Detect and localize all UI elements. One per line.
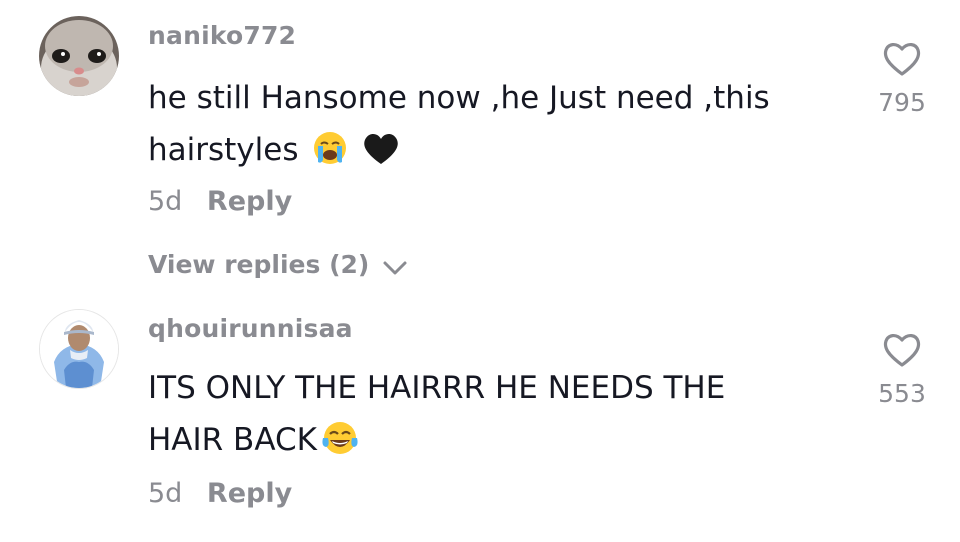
reply-button[interactable]: Reply — [207, 478, 292, 509]
comment-username[interactable]: qhouirunnisaa — [148, 314, 353, 343]
crying-face-emoji — [312, 130, 348, 182]
comment-text: ITS ONLY THE HAIRRR HE NEEDS THE HAIR BA… — [148, 362, 838, 472]
comment-text: he still Hansome now ,he Just need ,this… — [148, 72, 838, 182]
like-control[interactable]: 553 — [862, 331, 942, 408]
heart-icon[interactable] — [881, 40, 923, 78]
reply-button[interactable]: Reply — [207, 186, 292, 217]
comment-meta: 5d Reply — [148, 186, 292, 217]
comment-text-line: HAIR BACK — [148, 422, 317, 458]
comment-age: 5d — [148, 478, 183, 509]
cat-avatar-image — [39, 16, 119, 96]
tears-of-joy-emoji — [321, 420, 359, 472]
heart-icon[interactable] — [881, 331, 923, 369]
comment-item: qhouirunnisaa ITS ONLY THE HAIRRR HE NEE… — [0, 300, 960, 542]
comment-text-line: hairstyles — [148, 132, 299, 168]
like-count: 795 — [878, 88, 926, 117]
comment-age: 5d — [148, 186, 183, 217]
comment-text-line: he still Hansome now ,he Just need ,this — [148, 80, 770, 116]
view-replies-label: View replies (2) — [148, 250, 370, 279]
view-replies-button[interactable]: View replies (2) — [148, 250, 408, 279]
comment-item: naniko772 he still Hansome now ,he Just … — [0, 0, 960, 300]
avatar[interactable] — [39, 309, 119, 389]
like-count: 553 — [878, 379, 926, 408]
like-control[interactable]: 795 — [862, 40, 942, 117]
avatar[interactable] — [39, 16, 119, 96]
comment-text-line: ITS ONLY THE HAIRRR HE NEEDS THE — [148, 370, 726, 406]
person-avatar-image — [40, 310, 118, 388]
black-heart-emoji — [362, 130, 400, 182]
chevron-down-icon — [383, 261, 407, 275]
comment-meta: 5d Reply — [148, 478, 292, 509]
comment-username[interactable]: naniko772 — [148, 21, 296, 50]
